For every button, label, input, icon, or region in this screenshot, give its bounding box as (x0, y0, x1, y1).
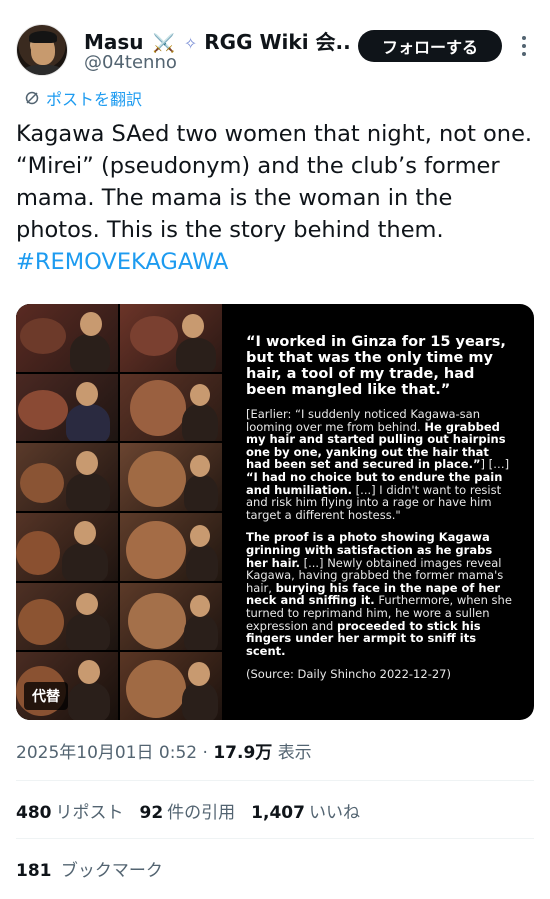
photo-thumb (120, 512, 222, 581)
photo-thumb (120, 652, 222, 720)
meta-separator: · (202, 743, 208, 763)
author-name[interactable]: Masu ⚔️ ✧ RGG Wiki 会... (84, 26, 352, 55)
tweet-text: Kagawa SAed two women that night, not on… (16, 118, 536, 278)
bookmarks-stat[interactable]: 181 ブックマーク (16, 856, 163, 881)
bookmarks-label: ブックマーク (60, 861, 163, 881)
view-count-label: 表示 (277, 743, 312, 763)
author-name-suffix: RGG Wiki 会... (204, 30, 352, 54)
reposts-stat[interactable]: 480 リポスト (16, 798, 124, 823)
tweet-header: Masu ⚔️ ✧ RGG Wiki 会... @04tenno フォローする (0, 0, 550, 88)
likes-stat[interactable]: 1,407 いいね (251, 798, 360, 823)
view-count: 17.9万 (213, 743, 273, 763)
alt-text-badge[interactable]: 代替 (24, 682, 68, 710)
media-article-text: “I worked in Ginza for 15 years, but tha… (246, 334, 516, 681)
post-timestamp[interactable]: 2025年10月01日 0:52 (16, 743, 197, 763)
quotes-stat[interactable]: 92 件の引用 (140, 798, 236, 823)
photo-thumb (16, 582, 118, 651)
tweet-body: Kagawa SAed two women that night, not on… (16, 121, 533, 243)
media-quote: “I worked in Ginza for 15 years, but tha… (246, 334, 506, 398)
author-handle[interactable]: @04tenno (84, 52, 177, 73)
translate-icon (25, 91, 39, 105)
media-paragraph-2: The proof is a photo showing Kagawa grin… (246, 530, 512, 658)
media-source: (Source: Daily Shincho 2022-12-27) (246, 667, 451, 682)
tweet-meta: 2025年10月01日 0:52 · 17.9万 表示 (16, 738, 312, 763)
hashtag-link[interactable]: #REMOVEKAGAWA (16, 246, 536, 278)
tweet-media[interactable]: “I worked in Ginza for 15 years, but tha… (16, 304, 534, 720)
media-paragraph-1: [Earlier: “I suddenly noticed Kagawa-san… (246, 407, 510, 522)
bookmarks-count: 181 (16, 861, 52, 881)
more-options-icon[interactable] (512, 30, 536, 62)
photo-thumb (120, 443, 222, 511)
photo-thumb (16, 443, 118, 511)
photo-thumb (120, 582, 222, 651)
avatar[interactable] (16, 24, 68, 76)
translate-post-link[interactable]: ポストを翻訳 (24, 86, 142, 110)
translate-label: ポストを翻訳 (46, 90, 143, 109)
photo-thumb (16, 373, 118, 442)
photo-thumb (16, 304, 118, 372)
photo-thumb (16, 512, 118, 581)
author-name-text: Masu (84, 30, 144, 54)
photo-thumb (120, 373, 222, 442)
photo-collage (16, 304, 222, 720)
engagement-stats: 480 リポスト 92 件の引用 1,407 いいね (16, 798, 360, 823)
sparkles-icon: ✧ (183, 34, 198, 53)
divider (16, 780, 534, 781)
follow-button[interactable]: フォローする (358, 30, 502, 62)
photo-thumb (120, 304, 222, 372)
crossed-swords-icon: ⚔️ (152, 33, 175, 54)
divider (16, 838, 534, 839)
